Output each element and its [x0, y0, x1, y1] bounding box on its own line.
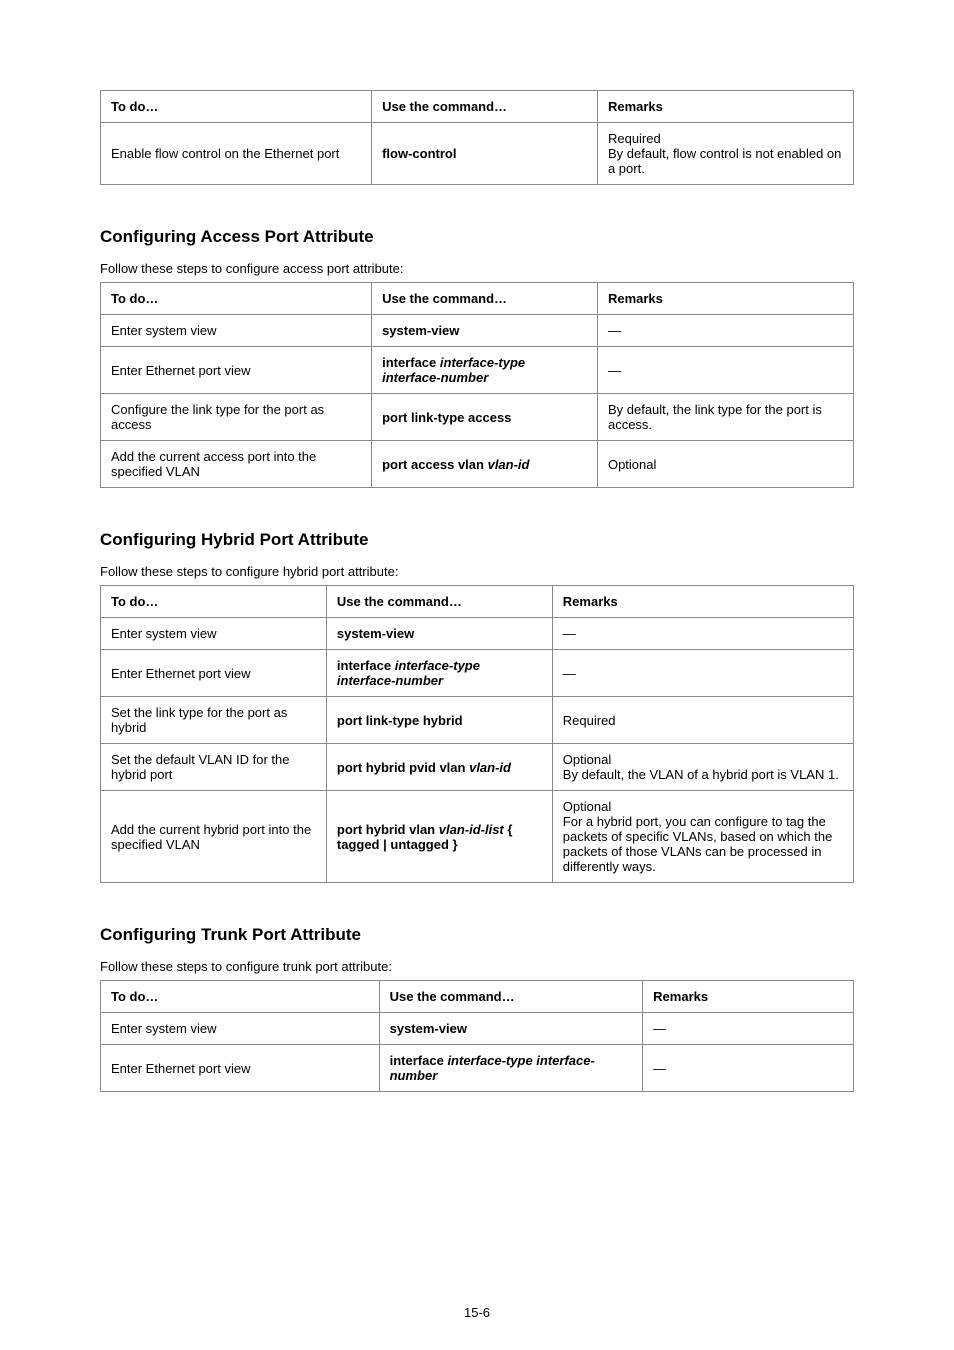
cell-desc: Enable flow control on the Ethernet port [101, 123, 372, 185]
cell-cmd: flow-control [372, 123, 598, 185]
cell-cmd: interface interface-type interface-numbe… [326, 650, 552, 697]
table-header-row: To do… Use the command… Remarks [101, 586, 854, 618]
cell-cmd: port link-type hybrid [326, 697, 552, 744]
cell-remarks: OptionalBy default, the VLAN of a hybrid… [552, 744, 853, 791]
cell-desc: Enter Ethernet port view [101, 1045, 380, 1092]
col-header-remarks: Remarks [643, 981, 854, 1013]
table-row: Add the current hybrid port into the spe… [101, 791, 854, 883]
cell-cmd: port hybrid pvid vlan vlan-id [326, 744, 552, 791]
col-header-todo: To do… [101, 91, 372, 123]
cell-desc: Enter Ethernet port view [101, 347, 372, 394]
cell-cmd: interface interface-type interface-numbe… [372, 347, 598, 394]
access-table: To do… Use the command… Remarks Enter sy… [100, 282, 854, 488]
cell-desc: Add the current hybrid port into the spe… [101, 791, 327, 883]
col-header-remarks: Remarks [597, 283, 853, 315]
page-number: 15-6 [0, 1305, 954, 1320]
trunk-heading: Configuring Trunk Port Attribute [100, 925, 854, 945]
cell-desc: Enter system view [101, 315, 372, 347]
table-row: Set the link type for the port as hybrid… [101, 697, 854, 744]
cell-desc: Enter system view [101, 1013, 380, 1045]
cell-remarks: Required [552, 697, 853, 744]
table-header-row: To do… Use the command… Remarks [101, 981, 854, 1013]
cell-remarks: — [597, 315, 853, 347]
col-header-todo: To do… [101, 283, 372, 315]
cell-cmd: port access vlan vlan-id [372, 441, 598, 488]
col-header-remarks: Remarks [597, 91, 853, 123]
table-row: Add the current access port into the spe… [101, 441, 854, 488]
cell-desc: Enter Ethernet port view [101, 650, 327, 697]
table-header-row: To do… Use the command… Remarks [101, 91, 854, 123]
cell-remarks: — [643, 1045, 854, 1092]
access-heading: Configuring Access Port Attribute [100, 227, 854, 247]
cell-desc: Set the default VLAN ID for the hybrid p… [101, 744, 327, 791]
cell-cmd: port hybrid vlan vlan-id-list { tagged |… [326, 791, 552, 883]
cell-cmd: system-view [379, 1013, 643, 1045]
cell-remarks: RequiredBy default, flow control is not … [597, 123, 853, 185]
cell-remarks: OptionalFor a hybrid port, you can confi… [552, 791, 853, 883]
hybrid-heading: Configuring Hybrid Port Attribute [100, 530, 854, 550]
table-row: Enter Ethernet port view interface inter… [101, 650, 854, 697]
cell-cmd: port link-type access [372, 394, 598, 441]
col-header-cmd: Use the command… [326, 586, 552, 618]
trunk-table: To do… Use the command… Remarks Enter sy… [100, 980, 854, 1092]
table-row: Configure the link type for the port as … [101, 394, 854, 441]
hybrid-table: To do… Use the command… Remarks Enter sy… [100, 585, 854, 883]
hybrid-intro: Follow these steps to configure hybrid p… [100, 564, 854, 579]
cell-desc: Enter system view [101, 618, 327, 650]
cell-cmd: system-view [326, 618, 552, 650]
col-header-cmd: Use the command… [372, 91, 598, 123]
table-row: Enter system view system-view — [101, 618, 854, 650]
table-row: Enter system view system-view — [101, 315, 854, 347]
access-intro: Follow these steps to configure access p… [100, 261, 854, 276]
table-row: Enter Ethernet port view interface inter… [101, 347, 854, 394]
cell-cmd: interface interface-type interface-numbe… [379, 1045, 643, 1092]
table-row: Enter Ethernet port view interface inter… [101, 1045, 854, 1092]
col-header-todo: To do… [101, 981, 380, 1013]
cell-remarks: — [552, 650, 853, 697]
cell-desc: Add the current access port into the spe… [101, 441, 372, 488]
page-container: To do… Use the command… Remarks Enable f… [0, 0, 954, 1350]
col-header-cmd: Use the command… [379, 981, 643, 1013]
cell-cmd: system-view [372, 315, 598, 347]
cell-remarks: — [643, 1013, 854, 1045]
cell-remarks: — [552, 618, 853, 650]
table-row: Set the default VLAN ID for the hybrid p… [101, 744, 854, 791]
cell-remarks: By default, the link type for the port i… [597, 394, 853, 441]
cell-remarks: Optional [597, 441, 853, 488]
table-header-row: To do… Use the command… Remarks [101, 283, 854, 315]
col-header-cmd: Use the command… [372, 283, 598, 315]
table-row: Enable flow control on the Ethernet port… [101, 123, 854, 185]
trunk-intro: Follow these steps to configure trunk po… [100, 959, 854, 974]
cell-desc: Configure the link type for the port as … [101, 394, 372, 441]
cell-desc: Set the link type for the port as hybrid [101, 697, 327, 744]
col-header-remarks: Remarks [552, 586, 853, 618]
cell-remarks: — [597, 347, 853, 394]
col-header-todo: To do… [101, 586, 327, 618]
flow-control-table: To do… Use the command… Remarks Enable f… [100, 90, 854, 185]
table-row: Enter system view system-view — [101, 1013, 854, 1045]
